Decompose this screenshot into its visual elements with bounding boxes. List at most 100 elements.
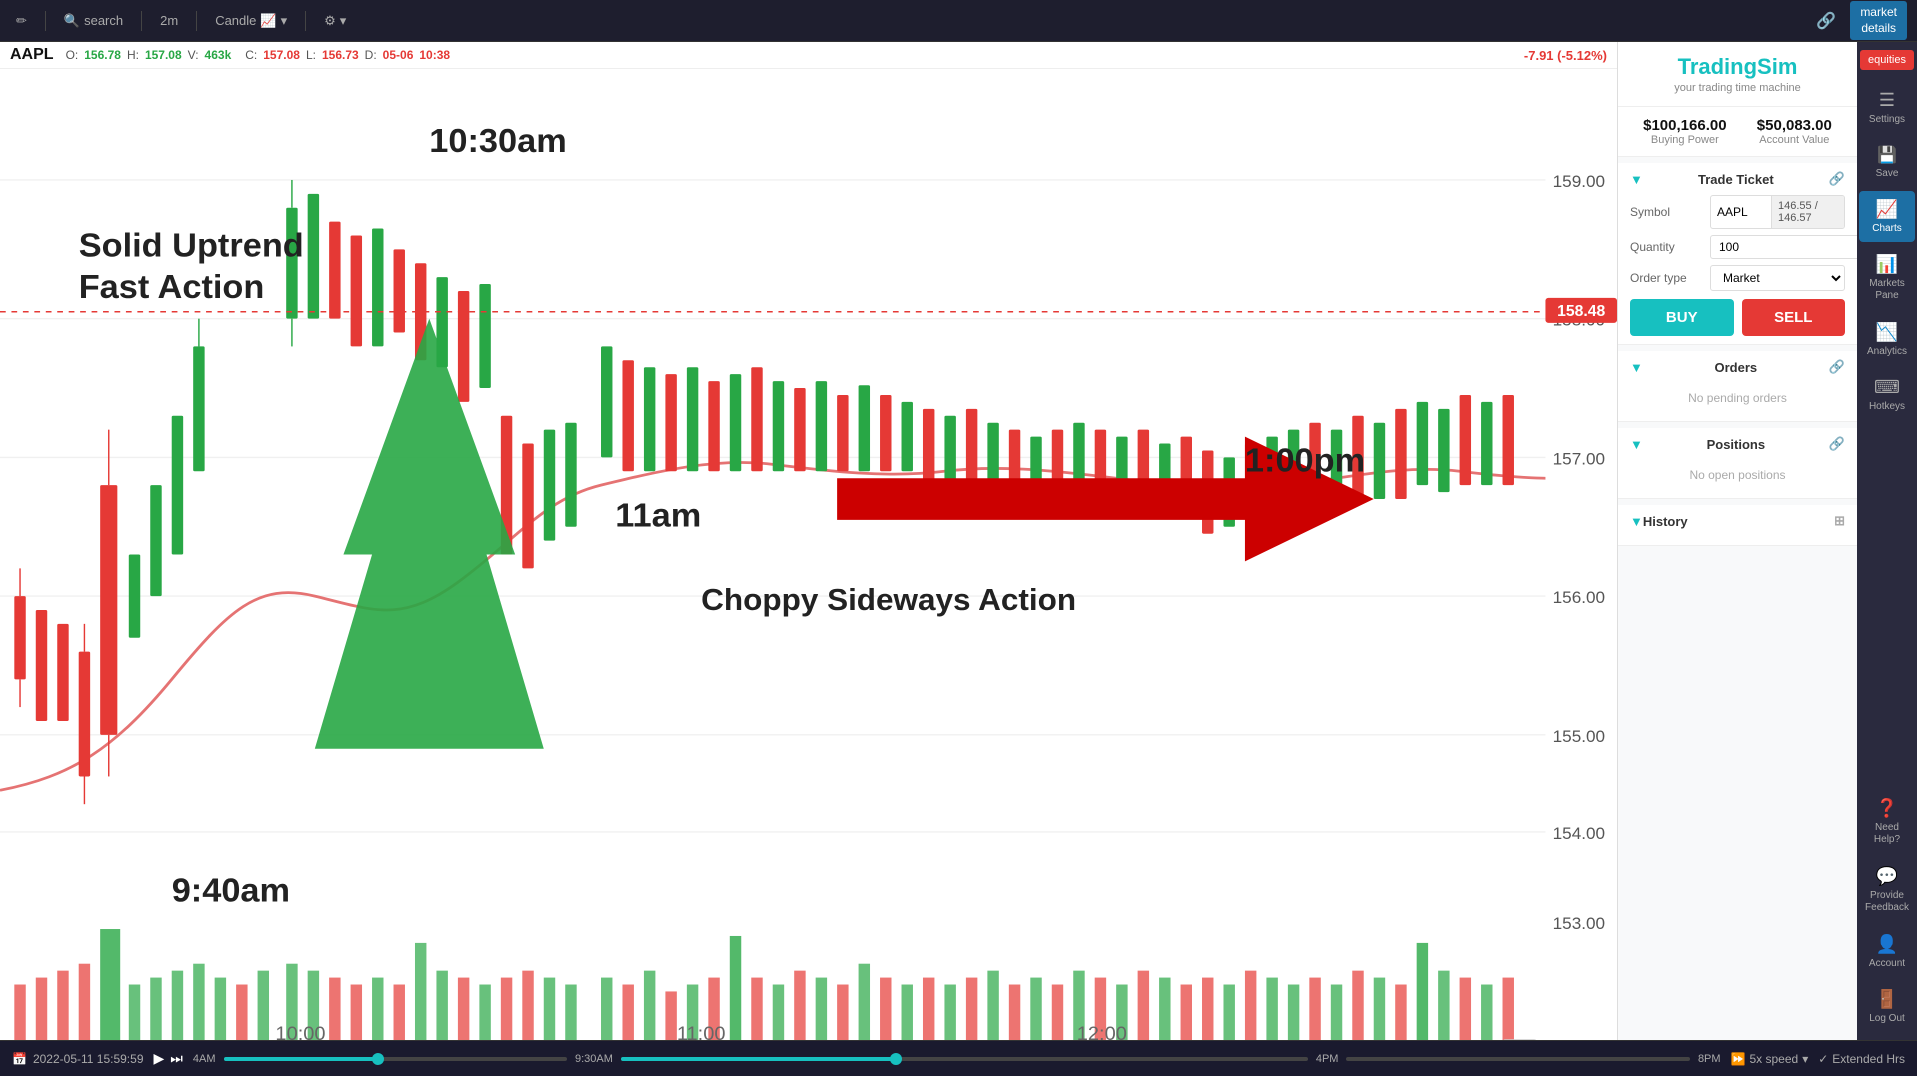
open-value: 156.78 (84, 48, 121, 62)
play-controls: ▶ ⏭ (154, 1050, 183, 1067)
account-value-label: Account Value (1757, 134, 1832, 146)
timeline-thumb[interactable] (372, 1053, 384, 1065)
sell-button[interactable]: SELL (1742, 299, 1846, 336)
sidebar-item-hotkeys[interactable]: ⌨ Hotkeys (1859, 369, 1915, 420)
speed-control[interactable]: ⏩ 5x speed ▾ (1731, 1052, 1809, 1066)
markets-icon: 📊 (1876, 254, 1898, 275)
high-value: 157.08 (145, 48, 182, 62)
sidebar-item-account[interactable]: 👤 Account (1859, 926, 1915, 977)
speed-chevron: ▾ (1802, 1052, 1808, 1066)
feedback-icon: 💬 (1876, 866, 1898, 887)
buy-button[interactable]: BUY (1630, 299, 1734, 336)
search-icon: 🔍 (64, 13, 80, 29)
svg-text:10:00: 10:00 (275, 1023, 325, 1040)
sidebar-item-help[interactable]: ❓ NeedHelp? (1859, 790, 1915, 854)
logout-icon: 🚪 (1876, 989, 1898, 1010)
tradingsim-header: TradingSim your trading time machine (1618, 42, 1857, 107)
sidebar-charts-label: Charts (1872, 223, 1901, 234)
order-type-row: Order type Market (1630, 265, 1845, 291)
charts-icon: 📈 (1876, 199, 1898, 220)
play-button[interactable]: ▶ (154, 1050, 165, 1067)
svg-text:153.00: 153.00 (1553, 914, 1606, 933)
main-layout: AAPL O: 156.78 H: 157.08 V: 463k C: 157.… (0, 42, 1917, 1040)
speed-icon: ⏩ (1731, 1052, 1746, 1066)
chevron-down-icon: ▾ (281, 13, 288, 29)
svg-text:1:00pm: 1:00pm (1245, 442, 1365, 479)
trade-ticket-section: ▼ Trade Ticket 🔗 Symbol 146.55 / 146.57 … (1618, 163, 1857, 345)
symbol-input-wrapper[interactable]: 146.55 / 146.57 (1710, 195, 1845, 229)
sidebar-feedback-label: ProvideFeedback (1865, 890, 1909, 914)
chevron-settings-icon: ▾ (340, 13, 347, 29)
chart-type-btn[interactable]: Candle 📈 ▾ (209, 9, 293, 33)
toolbar: ✏ 🔍 search 2m Candle 📈 ▾ ⚙ ▾ 🔗 market de… (0, 0, 1917, 42)
svg-text:159.00: 159.00 (1553, 172, 1606, 191)
search-label: search (84, 13, 123, 28)
orders-section: ▼ Orders 🔗 No pending orders (1618, 351, 1857, 422)
sidebar-item-logout[interactable]: 🚪 Log Out (1859, 981, 1915, 1032)
svg-text:154.00: 154.00 (1553, 824, 1606, 843)
bottom-bar: 📅 2022-05-11 15:59:59 ▶ ⏭ 4AM 9:30AM 4PM… (0, 1040, 1917, 1076)
orders-arrow: ▼ (1630, 360, 1643, 375)
history-icon: ⊞ (1834, 513, 1845, 529)
orders-link-icon: 🔗 (1829, 359, 1845, 375)
extended-hrs[interactable]: ✓ Extended Hrs (1818, 1052, 1905, 1066)
timeline-thumb-2[interactable] (890, 1053, 902, 1065)
equities-btn[interactable]: equities (1860, 50, 1914, 70)
svg-text:11am: 11am (615, 497, 701, 534)
trade-ticket-arrow: ▼ (1630, 172, 1643, 187)
timeline-fill-2 (621, 1057, 896, 1061)
extended-check-icon: ✓ (1818, 1052, 1828, 1066)
timeframe-btn[interactable]: 2m (154, 9, 184, 32)
vol-value: 463k (205, 48, 232, 62)
sidebar-item-save[interactable]: 💾 Save (1859, 137, 1915, 187)
analytics-icon: 📉 (1876, 322, 1898, 343)
timeline-track-2[interactable] (621, 1057, 1308, 1061)
close-label: C: (245, 48, 257, 62)
skip-button[interactable]: ⏭ (170, 1050, 183, 1067)
orders-header: ▼ Orders 🔗 (1630, 359, 1845, 375)
symbol-input[interactable] (1711, 201, 1771, 223)
history-arrow: ▼ (1630, 514, 1643, 529)
pencil-tool-btn[interactable]: ✏ (10, 9, 33, 33)
chart-svg-area[interactable]: 10:00 11:00 12:00 159.00 158.00 157.00 1… (0, 69, 1617, 1040)
timeline-track[interactable] (224, 1057, 567, 1061)
timeline-label-930: 9:30AM (575, 1053, 613, 1065)
timeline-track-3[interactable] (1346, 1057, 1689, 1061)
market-details-btn[interactable]: market details (1850, 1, 1907, 40)
chart-container: AAPL O: 156.78 H: 157.08 V: 463k C: 157.… (0, 42, 1617, 1040)
sidebar-analytics-label: Analytics (1867, 346, 1907, 357)
date-label: D: (365, 48, 377, 62)
trade-ticket-title: Trade Ticket (1698, 172, 1774, 187)
chart-ohlc: O: 156.78 H: 157.08 V: 463k C: 157.08 L:… (66, 48, 451, 62)
quantity-label: Quantity (1630, 240, 1710, 254)
buying-power-item: $100,166.00 Buying Power (1643, 117, 1726, 146)
sidebar-help-label: NeedHelp? (1874, 822, 1900, 846)
settings-btn[interactable]: ⚙ ▾ (318, 9, 352, 33)
quantity-input[interactable] (1710, 235, 1857, 259)
orders-title: Orders (1715, 360, 1758, 375)
positions-link-icon: 🔗 (1829, 436, 1845, 452)
chart-type-label: Candle (215, 13, 256, 28)
bottom-date: 📅 2022-05-11 15:59:59 (12, 1052, 144, 1066)
orders-empty: No pending orders (1630, 383, 1845, 413)
search-btn[interactable]: 🔍 search (58, 9, 129, 33)
order-type-label: Order type (1630, 271, 1710, 285)
high-label: H: (127, 48, 139, 62)
sidebar-item-settings[interactable]: ☰ Settings (1859, 82, 1915, 133)
positions-arrow: ▼ (1630, 437, 1643, 452)
account-value-display: $50,083.00 (1757, 117, 1832, 134)
trade-ticket-header: ▼ Trade Ticket 🔗 (1630, 171, 1845, 187)
timeline-fill (224, 1057, 379, 1061)
sidebar-item-feedback[interactable]: 💬 ProvideFeedback (1859, 858, 1915, 922)
symbol-price: 146.55 / 146.57 (1771, 196, 1844, 228)
low-label: L: (306, 48, 316, 62)
skip-icon: ⏭ (170, 1050, 183, 1066)
settings-icon: ☰ (1879, 90, 1895, 111)
sidebar-item-charts[interactable]: 📈 Charts (1859, 191, 1915, 242)
order-type-select[interactable]: Market (1710, 265, 1845, 291)
sidebar-item-markets[interactable]: 📊 MarketsPane (1859, 246, 1915, 310)
sidebar-item-analytics[interactable]: 📉 Analytics (1859, 314, 1915, 365)
svg-text:11:00: 11:00 (677, 1023, 726, 1040)
chart-icon: 📈 (260, 13, 276, 29)
svg-text:Choppy Sideways Action: Choppy Sideways Action (701, 582, 1076, 616)
